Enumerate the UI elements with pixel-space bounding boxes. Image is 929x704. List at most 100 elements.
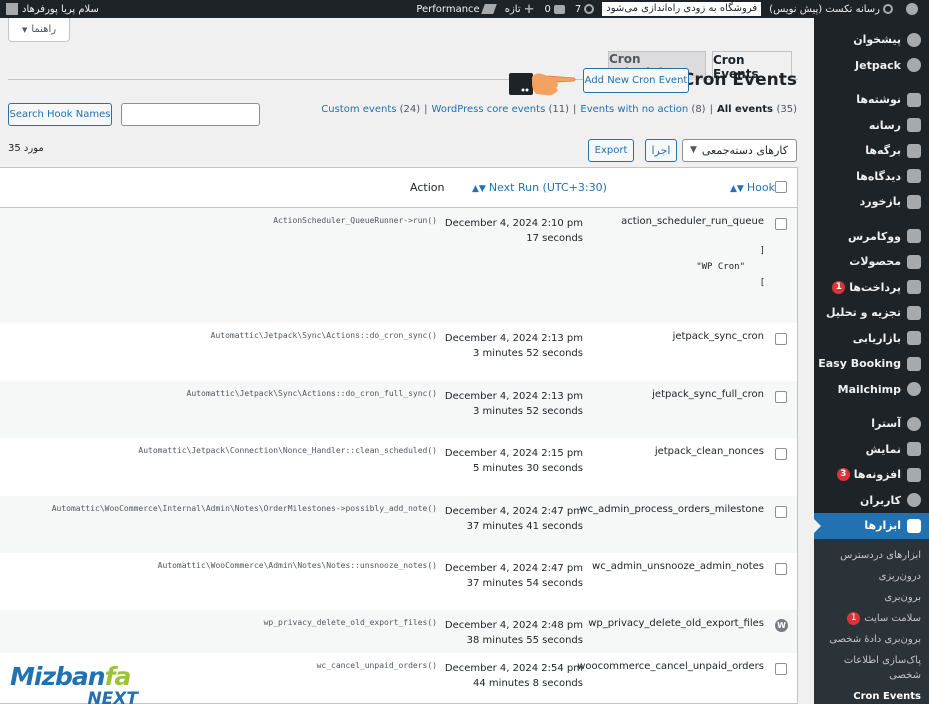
action-callback: Automattic\Jetpack\Sync\Actions::do_cron… bbox=[186, 389, 437, 398]
view-count: (35) bbox=[776, 104, 797, 115]
logo-wordmark: Mizbanfa bbox=[10, 664, 142, 690]
next-run-date: December 4, 2024 2:13 pm bbox=[444, 391, 583, 402]
comments-icon bbox=[907, 169, 921, 184]
submenu-export-personal-data[interactable]: برون‌بری دادهٔ شخصی bbox=[814, 629, 929, 650]
args-line: [ bbox=[759, 278, 765, 288]
sidebar-item-dashboard[interactable]: پیشخوان bbox=[814, 27, 929, 53]
row-checkbox[interactable] bbox=[775, 663, 787, 675]
view-all-events[interactable]: All events (35) bbox=[717, 104, 797, 115]
row-checkbox[interactable] bbox=[775, 506, 787, 518]
table-header: Action ▲▼ Next Run (UTC+3:30) ▲▼ Hook bbox=[0, 168, 797, 208]
search-input[interactable] bbox=[121, 103, 260, 126]
logo-next: NEXT bbox=[87, 689, 138, 704]
next-run-date: December 4, 2024 2:47 pm bbox=[444, 506, 583, 517]
row-checkbox[interactable] bbox=[775, 218, 787, 230]
next-run-relative: 37 minutes 54 seconds bbox=[466, 578, 583, 589]
analytics-icon bbox=[907, 305, 921, 320]
sidebar-item-easy-booking[interactable]: Easy Booking bbox=[814, 351, 929, 377]
sidebar-item-comments[interactable]: دیدگاه‌ها bbox=[814, 164, 929, 190]
next-run: December 4, 2024 2:13 pm 3 minutes 52 sec… bbox=[426, 389, 583, 419]
sidebar-item-posts[interactable]: نوشته‌ها bbox=[814, 87, 929, 113]
plugins-badge: 3 bbox=[836, 468, 850, 482]
hook-name: woocommerce_cancel_unpaid_orders bbox=[577, 661, 764, 672]
view-label: Events with no action bbox=[580, 104, 689, 115]
sidebar-item-analytics[interactable]: تجزیه و تحلیل bbox=[814, 300, 929, 326]
view-custom-events[interactable]: Custom events (24) bbox=[321, 104, 420, 115]
sidebar-item-mailchimp[interactable]: Mailchimp bbox=[814, 377, 929, 403]
submenu-import[interactable]: درون‌ریزی bbox=[814, 566, 929, 587]
account-menu[interactable]: سلام پریا پورفرهاد bbox=[0, 0, 105, 18]
export-button[interactable]: Export bbox=[588, 139, 634, 162]
sidebar-item-feedback[interactable]: بازخورد bbox=[814, 189, 929, 215]
comments-menu[interactable]: 0 bbox=[540, 0, 570, 18]
next-run-relative: 38 minutes 55 seconds bbox=[466, 635, 583, 646]
submenu-site-health[interactable]: سلامت سایت 1 bbox=[814, 608, 929, 629]
select-all-checkbox[interactable] bbox=[775, 181, 787, 193]
apply-button[interactable]: اجرا bbox=[645, 139, 677, 162]
table-row: W wp_privacy_delete_old_export_files Dec… bbox=[0, 610, 797, 653]
payments-badge: 1 bbox=[832, 280, 846, 294]
sidebar-item-pages[interactable]: برگه‌ها bbox=[814, 138, 929, 164]
sidebar-item-astra[interactable]: آسترا bbox=[814, 411, 929, 437]
plus-icon: + bbox=[523, 1, 535, 17]
column-hook-label: Hook bbox=[746, 181, 775, 194]
submenu-export[interactable]: برون‌بری bbox=[814, 587, 929, 608]
action-callback: Automattic\Jetpack\Connection\Nonce_Hand… bbox=[138, 446, 437, 455]
next-run: December 4, 2024 2:13 pm 3 minutes 52 sec… bbox=[426, 331, 583, 361]
wp-logo-menu[interactable] bbox=[898, 0, 923, 18]
view-no-action-events[interactable]: Events with no action (8) bbox=[580, 104, 705, 115]
sidebar-item-users[interactable]: کاربران bbox=[814, 488, 929, 514]
products-icon bbox=[907, 254, 921, 269]
new-content-menu[interactable]: + تازه bbox=[500, 0, 540, 18]
updates-icon bbox=[584, 4, 595, 14]
bulk-actions-select[interactable]: کارهای دسته‌جمعی ▼ bbox=[682, 139, 797, 162]
column-next-run[interactable]: ▲▼ Next Run (UTC+3:30) bbox=[472, 181, 607, 194]
next-run-date: December 4, 2024 2:10 pm bbox=[444, 218, 583, 229]
action-callback: Automattic\WooCommerce\Internal\Admin\No… bbox=[51, 504, 437, 513]
sidebar-item-marketing[interactable]: بازاریابی bbox=[814, 326, 929, 352]
separator: | bbox=[424, 104, 428, 115]
sidebar-item-tools[interactable]: ابزارها bbox=[813, 513, 929, 539]
sidebar-item-woocommerce[interactable]: ووکامرس bbox=[814, 224, 929, 250]
hook-name: jetpack_sync_cron bbox=[672, 331, 764, 342]
submenu-available-tools[interactable]: ابزارهای دردسترس bbox=[814, 545, 929, 566]
submenu-erase-personal-data[interactable]: پاک‌سازی اطلاعات شخصی bbox=[814, 650, 929, 686]
submenu-cron-events[interactable]: Cron Events bbox=[814, 686, 929, 704]
row-checkbox[interactable] bbox=[775, 448, 787, 460]
sidebar-item-label: نمایش bbox=[865, 442, 901, 456]
logo-text-fa: fa bbox=[104, 662, 132, 691]
admin-sidebar: پیشخوان Jetpack نوشته‌ها رسانه برگه‌ها د… bbox=[813, 18, 929, 704]
sidebar-item-media[interactable]: رسانه bbox=[814, 113, 929, 139]
home-icon bbox=[883, 4, 893, 14]
sidebar-item-label: آسترا bbox=[871, 417, 901, 431]
admin-bar: رسانه نکست (پیش نویس) فروشگاه به زودی را… bbox=[0, 0, 929, 18]
sidebar-item-products[interactable]: محصولات bbox=[814, 249, 929, 275]
hook-arguments: ] "WP Cron" [ bbox=[696, 243, 765, 291]
row-checkbox[interactable] bbox=[775, 391, 787, 403]
row-checkbox[interactable] bbox=[775, 563, 787, 575]
mizbanfa-next-logo: Mizbanfa NEXT bbox=[10, 664, 142, 704]
row-checkbox[interactable] bbox=[775, 333, 787, 345]
cron-events-table: Action ▲▼ Next Run (UTC+3:30) ▲▼ Hook acti… bbox=[0, 167, 798, 704]
add-new-cron-event-button[interactable]: Add New Cron Event bbox=[583, 68, 689, 93]
site-name-menu[interactable]: رسانه نکست (پیش نویس) bbox=[764, 0, 898, 18]
column-hook[interactable]: ▲▼ Hook bbox=[730, 181, 775, 194]
view-label: WordPress core events bbox=[431, 104, 546, 115]
sidebar-item-payments[interactable]: پرداخت‌ها 1 bbox=[814, 275, 929, 301]
pointing-hand-icon bbox=[509, 73, 576, 96]
search-hook-names-button[interactable]: Search Hook Names bbox=[8, 103, 112, 126]
performance-icon bbox=[480, 4, 497, 14]
sidebar-item-plugins[interactable]: افزونه‌ها 3 bbox=[814, 462, 929, 488]
coming-soon-badge[interactable]: فروشگاه به زودی راه‌اندازی می‌شود bbox=[602, 2, 762, 16]
performance-menu[interactable]: Performance bbox=[411, 0, 499, 18]
table-row: wc_admin_process_orders_milestone Decemb… bbox=[0, 496, 797, 553]
sidebar-item-label: افزونه‌ها bbox=[853, 468, 901, 482]
sidebar-item-label: نوشته‌ها bbox=[856, 93, 901, 107]
updates-menu[interactable]: 7 bbox=[570, 0, 599, 18]
sort-icon: ▲▼ bbox=[472, 184, 486, 194]
sidebar-item-jetpack[interactable]: Jetpack bbox=[814, 53, 929, 79]
sidebar-item-appearance[interactable]: نمایش bbox=[814, 437, 929, 463]
view-core-events[interactable]: WordPress core events (11) bbox=[432, 104, 569, 115]
plugins-icon bbox=[907, 467, 921, 482]
jetpack-icon bbox=[907, 58, 921, 73]
